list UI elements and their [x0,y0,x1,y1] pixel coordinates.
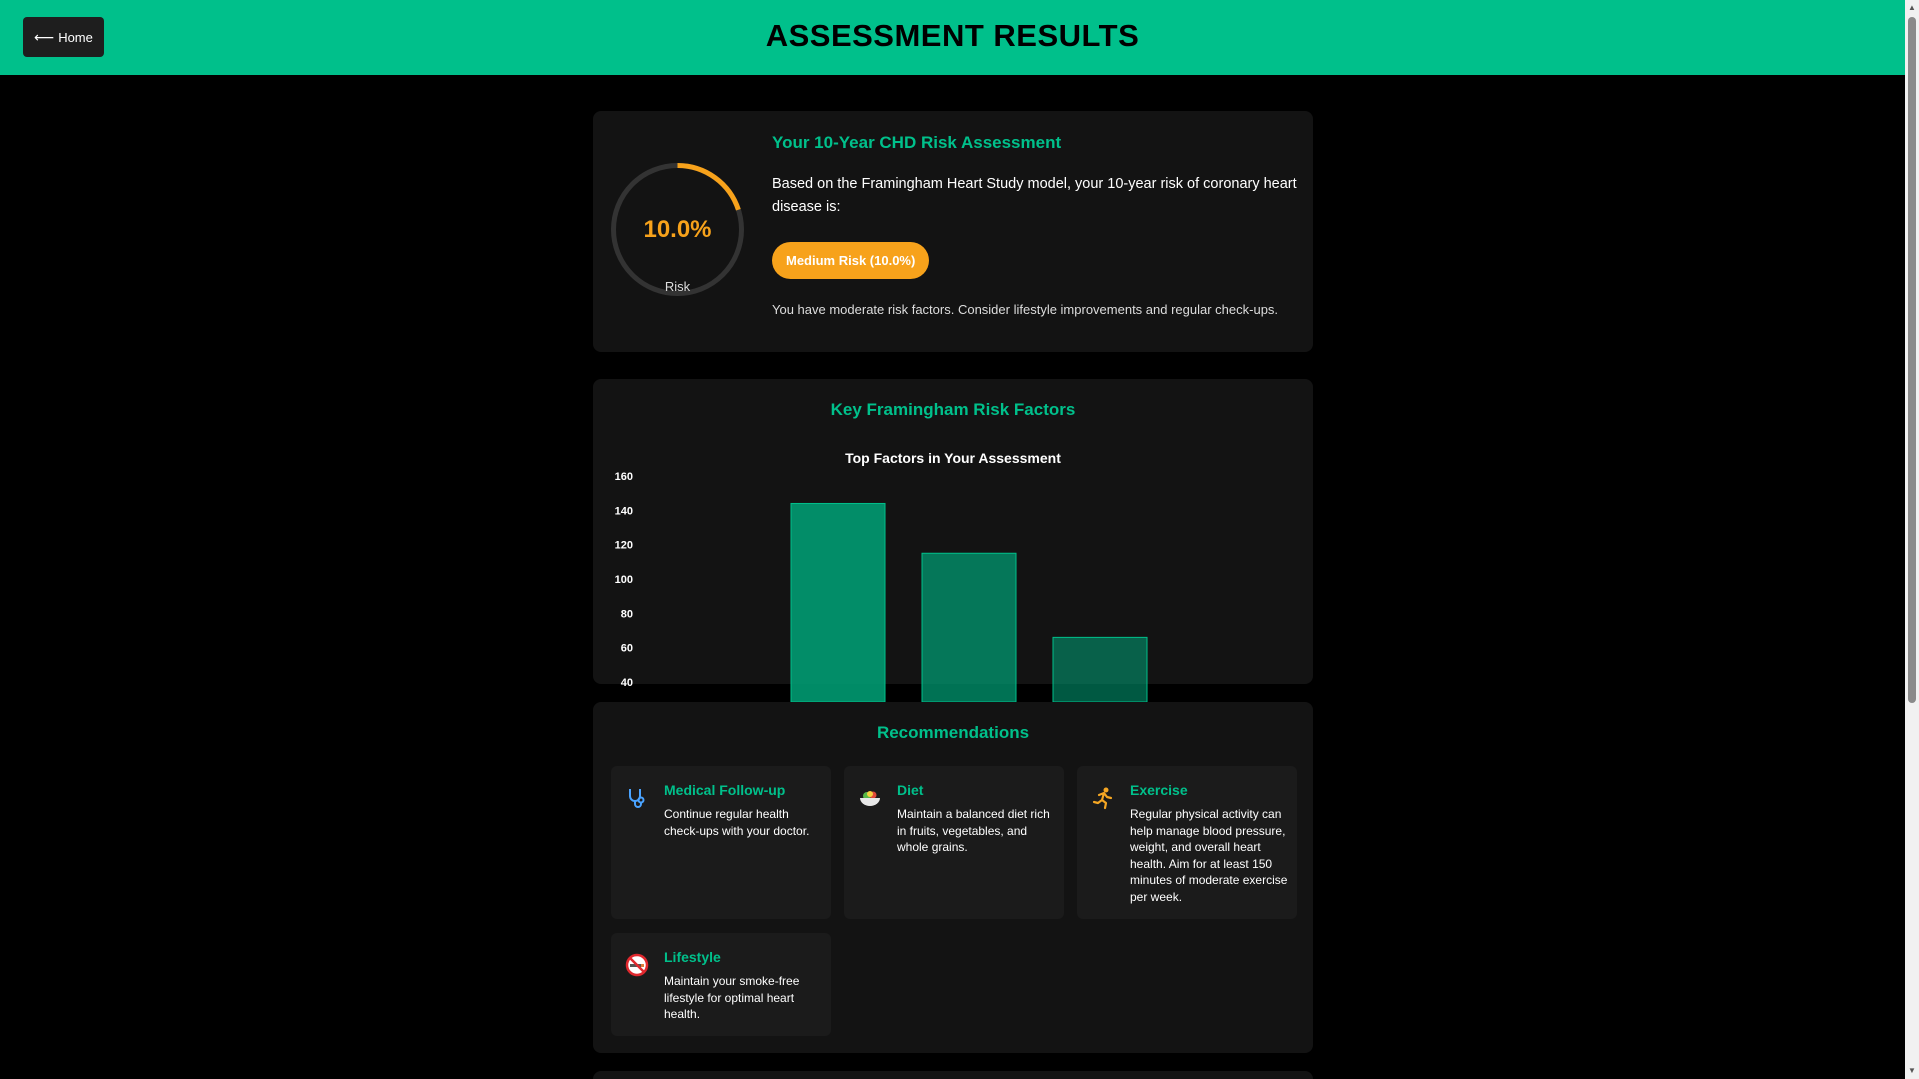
no-smoking-icon [625,953,649,977]
recommendation-text: Regular physical activity can help manag… [1130,807,1288,904]
recommendation-lifestyle: Lifestyle Maintain your smoke-free lifes… [611,933,831,1036]
page-scrollbar[interactable]: ▲ ▼ [1905,0,1919,1079]
chart-bar[interactable] [921,552,1017,703]
recommendation-title: Medical Follow-up [664,782,786,798]
scroll-down-arrow-icon[interactable]: ▼ [1907,1066,1917,1076]
recommendation-text: Maintain a balanced diet rich in fruits,… [897,807,1050,854]
risk-gauge-label: Risk [664,279,691,294]
recommendation-text: Maintain your smoke-free lifestyle for o… [664,974,800,1021]
risk-factors-card: Key Framingham Risk Factors Top Factors … [593,379,1313,703]
risk-description: Based on the Framingham Heart Study mode… [772,176,1297,215]
recommendation-medical-followup: Medical Follow-up Continue regular healt… [611,766,831,919]
recommendations-heading: Recommendations [876,723,1030,742]
recommendations-card: Recommendations Medical Follow-up Contin… [593,702,1313,1053]
y-tick-label: 160 [615,471,633,483]
y-tick-label: 80 [621,608,633,620]
running-person-icon [1092,787,1113,810]
chart-bar[interactable] [1052,636,1148,703]
viewport: ⟵ Home ASSESSMENT RESULTS 10.0% Risk You… [0,0,1919,1079]
risk-note: You have moderate risk factors. Consider… [772,302,1279,317]
risk-gauge-value: 10.0% [643,216,712,243]
risk-gauge: 10.0% Risk [609,161,746,298]
recommendation-title: Lifestyle [664,949,721,965]
scroll-thumb[interactable] [1908,17,1916,703]
risk-level-badge: Medium Risk (10.0%) [772,242,930,279]
risk-factors-chart: Top Factors in Your Assessment 160 140 120 1… [615,450,1148,703]
recommendation-exercise: Exercise Regular physical activity can h… [1077,766,1297,919]
recommendation-text: Continue regular health check-ups with y… [664,807,810,838]
salad-bowl-icon [860,791,880,806]
y-tick-label: 120 [615,540,633,552]
next-section-card [593,1071,1313,1079]
recommendation-title: Exercise [1130,782,1188,798]
y-tick-label: 60 [621,643,633,655]
y-tick-label: 140 [615,505,633,517]
header-bar: ⟵ Home ASSESSMENT RESULTS [0,0,1905,75]
chart-bar[interactable] [790,502,886,703]
chart-title: Top Factors in Your Assessment [845,450,1061,466]
risk-card: 10.0% Risk Your 10-Year CHD Risk Assessm… [593,111,1313,352]
recommendation-diet: Diet Maintain a balanced diet rich in fr… [844,766,1064,919]
risk-title: Your 10-Year CHD Risk Assessment [772,133,1062,152]
scroll-up-arrow-icon[interactable]: ▲ [1907,3,1917,13]
y-tick-label: 100 [615,574,633,586]
y-tick-label: 40 [621,677,633,689]
page-title: ASSESSMENT RESULTS [765,18,1140,53]
stethoscope-icon [629,789,645,808]
recommendation-title: Diet [897,782,924,798]
